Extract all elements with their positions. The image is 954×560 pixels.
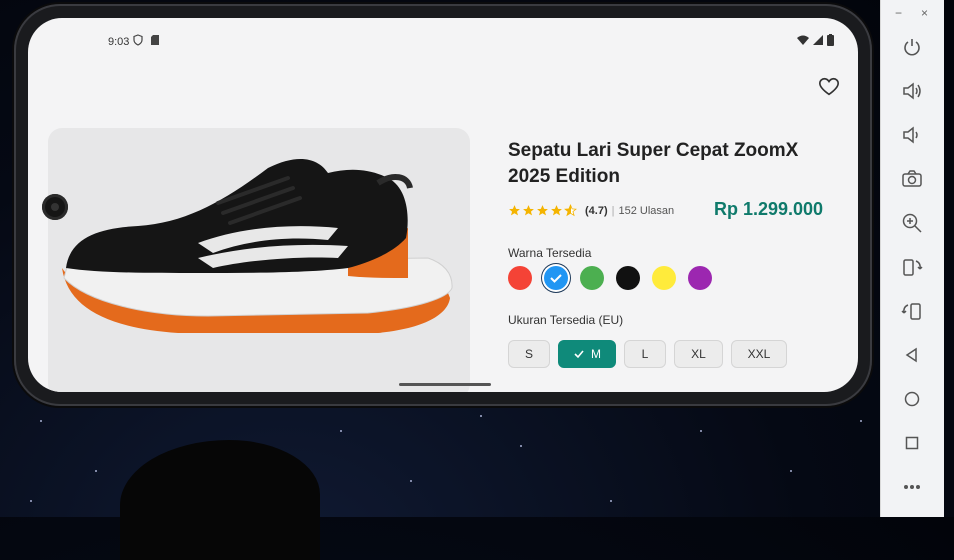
product-title: Sepatu Lari Super Cepat ZoomX 2025 Editi…: [508, 140, 799, 187]
check-icon: [550, 274, 562, 283]
status-time: 9:03: [108, 36, 130, 48]
product-image: [48, 128, 470, 392]
volume-up-button[interactable]: [898, 77, 926, 105]
size-options: S M L XL XXL: [508, 340, 787, 368]
rotate-right-icon: [901, 303, 921, 320]
color-swatch-purple[interactable]: [688, 266, 712, 290]
color-section-label: Warna Tersedia: [508, 246, 592, 260]
star-icon: [537, 205, 548, 216]
back-icon: [905, 347, 917, 363]
zoom-icon: [902, 213, 922, 233]
front-camera: [42, 194, 68, 220]
back-button[interactable]: [898, 341, 926, 369]
color-swatch-red[interactable]: [508, 266, 532, 290]
color-options: [508, 266, 712, 290]
running-shoe-illustration: [62, 158, 453, 333]
more-button[interactable]: [898, 473, 926, 501]
home-icon: [904, 391, 920, 407]
rotate-left-icon: [903, 259, 923, 276]
favorite-heart-icon[interactable]: [818, 76, 840, 98]
rotate-left-button[interactable]: [898, 253, 926, 281]
gesture-home-bar[interactable]: [399, 383, 491, 386]
size-button-l[interactable]: L: [624, 340, 666, 368]
check-icon: [574, 350, 584, 359]
power-icon: [904, 39, 920, 56]
overview-icon: [905, 436, 919, 450]
phone-frame: 9:03 Sepatu Lari Super Cepat ZoomX 2025 …: [14, 4, 872, 406]
camera-icon: [902, 170, 922, 187]
rating-row: (4.7) | 152 Ulasan: [508, 204, 674, 217]
zoom-button[interactable]: [898, 209, 926, 237]
rating-stars: [508, 204, 577, 217]
color-swatch-black[interactable]: [616, 266, 640, 290]
volume-down-icon: [903, 126, 918, 144]
size-button-m[interactable]: M: [558, 340, 616, 368]
size-button-s[interactable]: S: [508, 340, 550, 368]
volume-down-button[interactable]: [898, 121, 926, 149]
signal-icon: [813, 35, 823, 45]
shield-icon: [133, 34, 143, 46]
review-count[interactable]: 152 Ulasan: [618, 205, 674, 217]
overview-button[interactable]: [898, 429, 926, 457]
color-swatch-yellow[interactable]: [652, 266, 676, 290]
volume-up-icon: [903, 82, 921, 100]
size-section-label: Ukuran Tersedia (EU): [508, 313, 624, 327]
tree-silhouette: [120, 440, 320, 560]
phone-screen: 9:03 Sepatu Lari Super Cepat ZoomX 2025 …: [28, 18, 858, 392]
screenshot-button[interactable]: [898, 165, 926, 193]
rotate-right-button[interactable]: [898, 297, 926, 325]
size-button-xxl[interactable]: XXL: [731, 340, 787, 368]
wifi-icon: [797, 35, 809, 45]
battery-icon: [827, 34, 834, 46]
home-button[interactable]: [898, 385, 926, 413]
close-button[interactable]: ×: [921, 6, 928, 20]
star-icon: [509, 205, 520, 216]
product-price: Rp 1.299.000: [714, 199, 824, 219]
star-icon: [551, 205, 562, 216]
more-icon: [904, 485, 920, 489]
sd-card-icon: [151, 35, 159, 45]
star-icon: [523, 205, 534, 216]
size-button-xl[interactable]: XL: [674, 340, 723, 368]
color-swatch-blue[interactable]: [544, 266, 568, 290]
rating-value: (4.7): [585, 204, 608, 217]
power-button[interactable]: [898, 33, 926, 61]
emulator-side-panel: − ×: [880, 0, 944, 517]
minimize-button[interactable]: −: [895, 6, 902, 20]
rating-separator: |: [611, 204, 615, 217]
color-swatch-green[interactable]: [580, 266, 604, 290]
half-star-icon: [564, 204, 577, 217]
